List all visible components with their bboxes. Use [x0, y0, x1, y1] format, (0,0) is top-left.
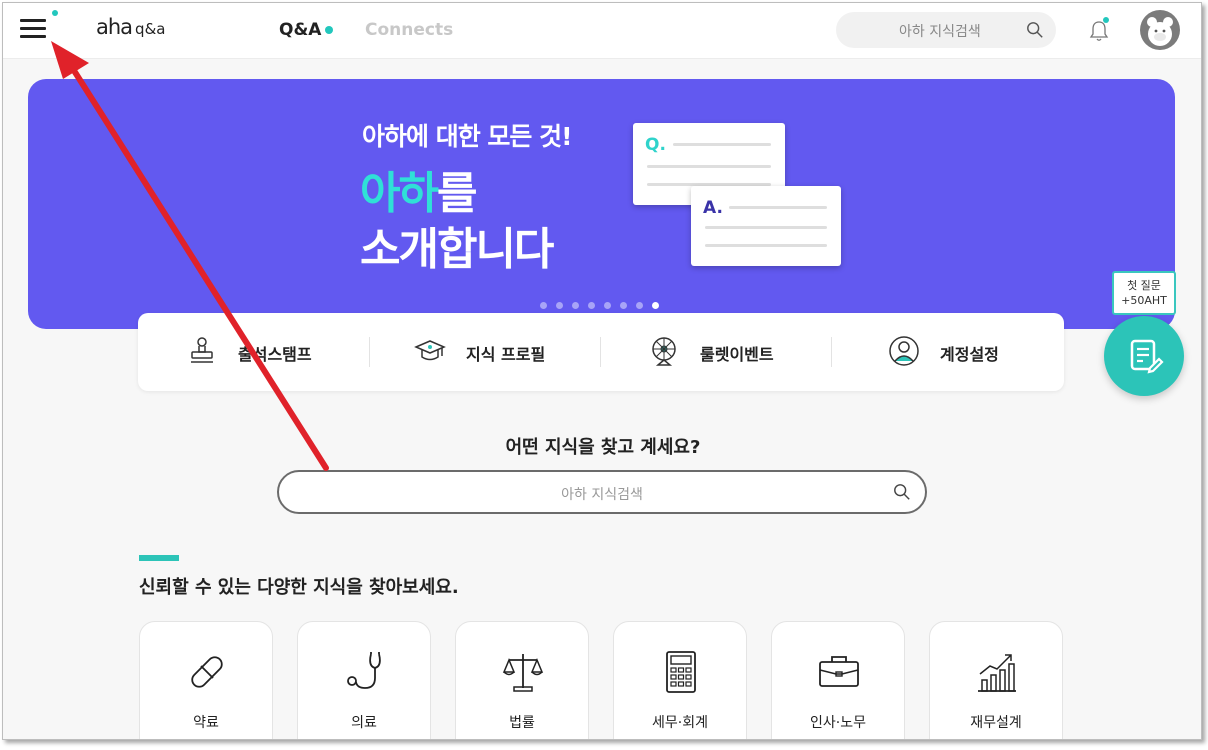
banner-page-dot[interactable]: [556, 302, 563, 309]
browser-viewport: aha q&a Q&A Connects 아하 지식검색 아하에 대한 모든 것…: [2, 2, 1202, 740]
quick-menu-label: 룰렛이벤트: [700, 345, 774, 364]
category-card-financial-planning[interactable]: 재무설계: [929, 621, 1063, 739]
quick-menu-knowledge-profile[interactable]: 지식 프로필: [369, 313, 600, 391]
header-search-placeholder: 아하 지식검색: [899, 24, 981, 40]
quick-menu-account-settings[interactable]: 계정설정: [831, 313, 1062, 391]
notification-bell-button[interactable]: [1088, 17, 1110, 43]
aha-logo[interactable]: aha q&a: [96, 15, 165, 39]
default-avatar-icon: [1147, 17, 1173, 46]
category-label: 세무·회계: [652, 715, 708, 731]
banner-headline: 아하에 대한 모든 것!: [362, 122, 573, 151]
main-search-placeholder: 아하 지식검색: [561, 487, 643, 503]
banner-page-dot[interactable]: [572, 302, 579, 309]
hamburger-line: [20, 19, 46, 22]
banner-title-rest: 를: [436, 168, 478, 219]
banner-highlight-text: 아하: [360, 168, 439, 219]
write-question-button[interactable]: [1104, 316, 1184, 396]
nav-tab-qa[interactable]: Q&A: [279, 20, 334, 40]
menu-button[interactable]: [20, 10, 58, 41]
tooltip-line-1: 첫 질문: [1127, 279, 1161, 292]
notification-dot: [1103, 17, 1109, 23]
user-circle-icon: [889, 336, 919, 366]
search-prompt-heading: 어떤 지식을 찾고 계세요?: [505, 437, 701, 458]
category-card-medical[interactable]: 의료: [297, 621, 431, 739]
header-search-input[interactable]: 아하 지식검색: [836, 12, 1056, 48]
answer-card-illustration: A.: [691, 186, 841, 266]
banner-page-dot[interactable]: [652, 302, 659, 309]
hero-banner[interactable]: 아하에 대한 모든 것! 아하를 소개합니다 Q. A.: [28, 79, 1175, 329]
banner-title-line1: 아하를: [360, 157, 478, 221]
user-avatar[interactable]: [1140, 10, 1180, 50]
search-icon[interactable]: [1026, 21, 1044, 39]
category-card-hr-labor[interactable]: 인사·노무: [771, 621, 905, 739]
nav-tab-qa-label: Q&A: [279, 20, 322, 40]
nav-tab-connects-label: Connects: [365, 20, 454, 40]
quick-menu: 출석스탬프 지식 프로필 룰렛이벤트 계정설정: [138, 313, 1064, 391]
nav-tab-connects[interactable]: Connects: [365, 20, 453, 40]
hamburger-line: [20, 27, 46, 30]
logo-subtext: q&a: [135, 20, 166, 38]
category-label: 법률: [509, 715, 535, 731]
menu-notification-dot: [52, 10, 58, 16]
answer-card-label: A.: [703, 198, 723, 218]
category-card-law[interactable]: 법률: [455, 621, 589, 739]
top-header: aha q&a Q&A Connects 아하 지식검색: [3, 3, 1201, 59]
main-search-input[interactable]: 아하 지식검색: [277, 470, 927, 514]
banner-page-dot[interactable]: [540, 302, 547, 309]
growth-chart-icon: [978, 654, 1016, 692]
stamp-icon: [191, 337, 213, 363]
banner-page-dot[interactable]: [636, 302, 643, 309]
banner-page-dot[interactable]: [588, 302, 595, 309]
briefcase-icon: [819, 656, 859, 687]
banner-page-dot[interactable]: [620, 302, 627, 309]
first-question-tooltip: 첫 질문 +50AHT: [1112, 271, 1176, 315]
graduation-cap-icon: [414, 340, 446, 361]
search-icon[interactable]: [893, 483, 911, 501]
scales-icon: [502, 654, 544, 692]
category-label: 약료: [193, 715, 219, 731]
category-label: 재무설계: [970, 715, 1022, 731]
quick-menu-roulette-event[interactable]: 룰렛이벤트: [600, 313, 831, 391]
tooltip-line-2: +50AHT: [1121, 294, 1167, 307]
categories-section-title: 신뢰할 수 있는 다양한 지식을 찾아보세요.: [139, 577, 459, 598]
active-tab-dot: [325, 26, 334, 34]
logo-text: aha: [96, 15, 133, 39]
calculator-icon: [666, 651, 696, 693]
hamburger-line: [20, 35, 46, 38]
category-label: 인사·노무: [810, 715, 866, 731]
quick-menu-attendance-stamp[interactable]: 출석스탬프: [138, 313, 369, 391]
quick-menu-label: 지식 프로필: [466, 345, 546, 364]
quick-menu-label: 출석스탬프: [238, 345, 312, 364]
category-card-tax-accounting[interactable]: 세무·회계: [613, 621, 747, 739]
category-card-pharmacy[interactable]: 약료: [139, 621, 273, 739]
write-question-icon: [1130, 339, 1164, 374]
stethoscope-icon: [347, 652, 381, 689]
section-accent-bar: [139, 555, 179, 561]
question-card-label: Q.: [645, 135, 666, 155]
quick-menu-label: 계정설정: [940, 345, 999, 364]
banner-page-dot[interactable]: [604, 302, 611, 309]
roulette-icon: [652, 337, 676, 366]
banner-pagination: [540, 294, 668, 313]
pill-icon: [191, 656, 223, 688]
banner-title-line2: 소개합니다: [360, 224, 554, 275]
category-label: 의료: [351, 715, 377, 731]
